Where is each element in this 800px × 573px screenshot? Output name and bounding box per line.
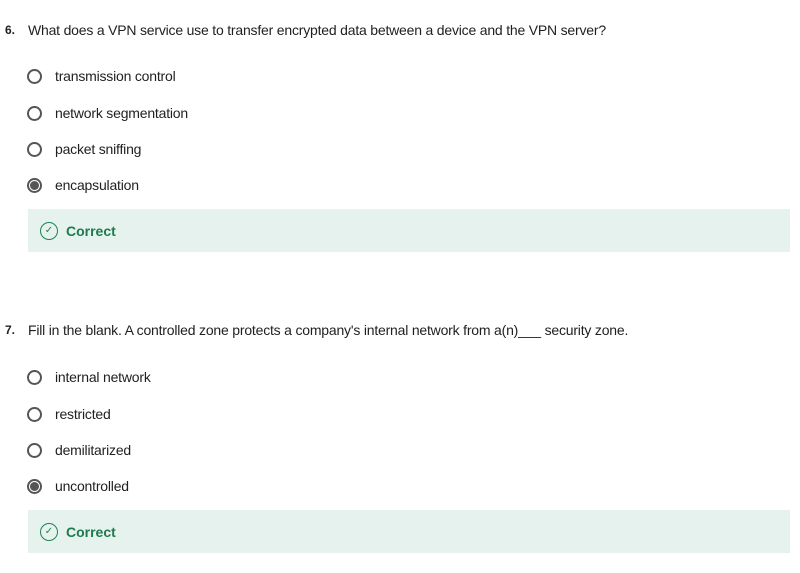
question-number: 7. (5, 323, 16, 337)
option-internal-network[interactable]: internal network (27, 367, 151, 387)
feedback-text: Correct (66, 523, 116, 540)
option-demilitarized[interactable]: demilitarized (27, 440, 131, 460)
option-encapsulation[interactable]: encapsulation (27, 175, 139, 195)
question-text: What does a VPN service use to transfer … (28, 22, 606, 38)
radio-icon[interactable] (27, 369, 42, 385)
feedback-text: Correct (66, 222, 116, 239)
option-label: network segmentation (55, 105, 188, 121)
option-network-segmentation[interactable]: network segmentation (27, 103, 188, 123)
option-label: restricted (55, 406, 111, 422)
question-text: Fill in the blank. A controlled zone pro… (28, 322, 629, 338)
feedback-correct: ✓ Correct (28, 209, 790, 252)
radio-selected-icon[interactable] (27, 478, 42, 494)
radio-icon[interactable] (27, 442, 42, 458)
check-circle-icon: ✓ (40, 221, 58, 240)
option-label: encapsulation (55, 177, 139, 193)
option-label: transmission control (55, 68, 176, 84)
question-number: 6. (5, 23, 16, 37)
option-transmission-control[interactable]: transmission control (27, 66, 176, 86)
option-label: demilitarized (55, 442, 131, 458)
option-packet-sniffing[interactable]: packet sniffing (27, 139, 141, 159)
option-label: packet sniffing (55, 141, 142, 157)
radio-icon[interactable] (27, 68, 42, 84)
radio-icon[interactable] (27, 406, 42, 422)
feedback-correct: ✓ Correct (28, 510, 790, 553)
option-restricted[interactable]: restricted (27, 404, 111, 424)
option-uncontrolled[interactable]: uncontrolled (27, 476, 129, 496)
radio-selected-icon[interactable] (27, 177, 42, 193)
option-label: internal network (55, 369, 151, 385)
check-circle-icon: ✓ (40, 522, 58, 541)
option-label: uncontrolled (55, 478, 129, 494)
radio-icon[interactable] (27, 105, 42, 121)
radio-icon[interactable] (27, 141, 42, 157)
